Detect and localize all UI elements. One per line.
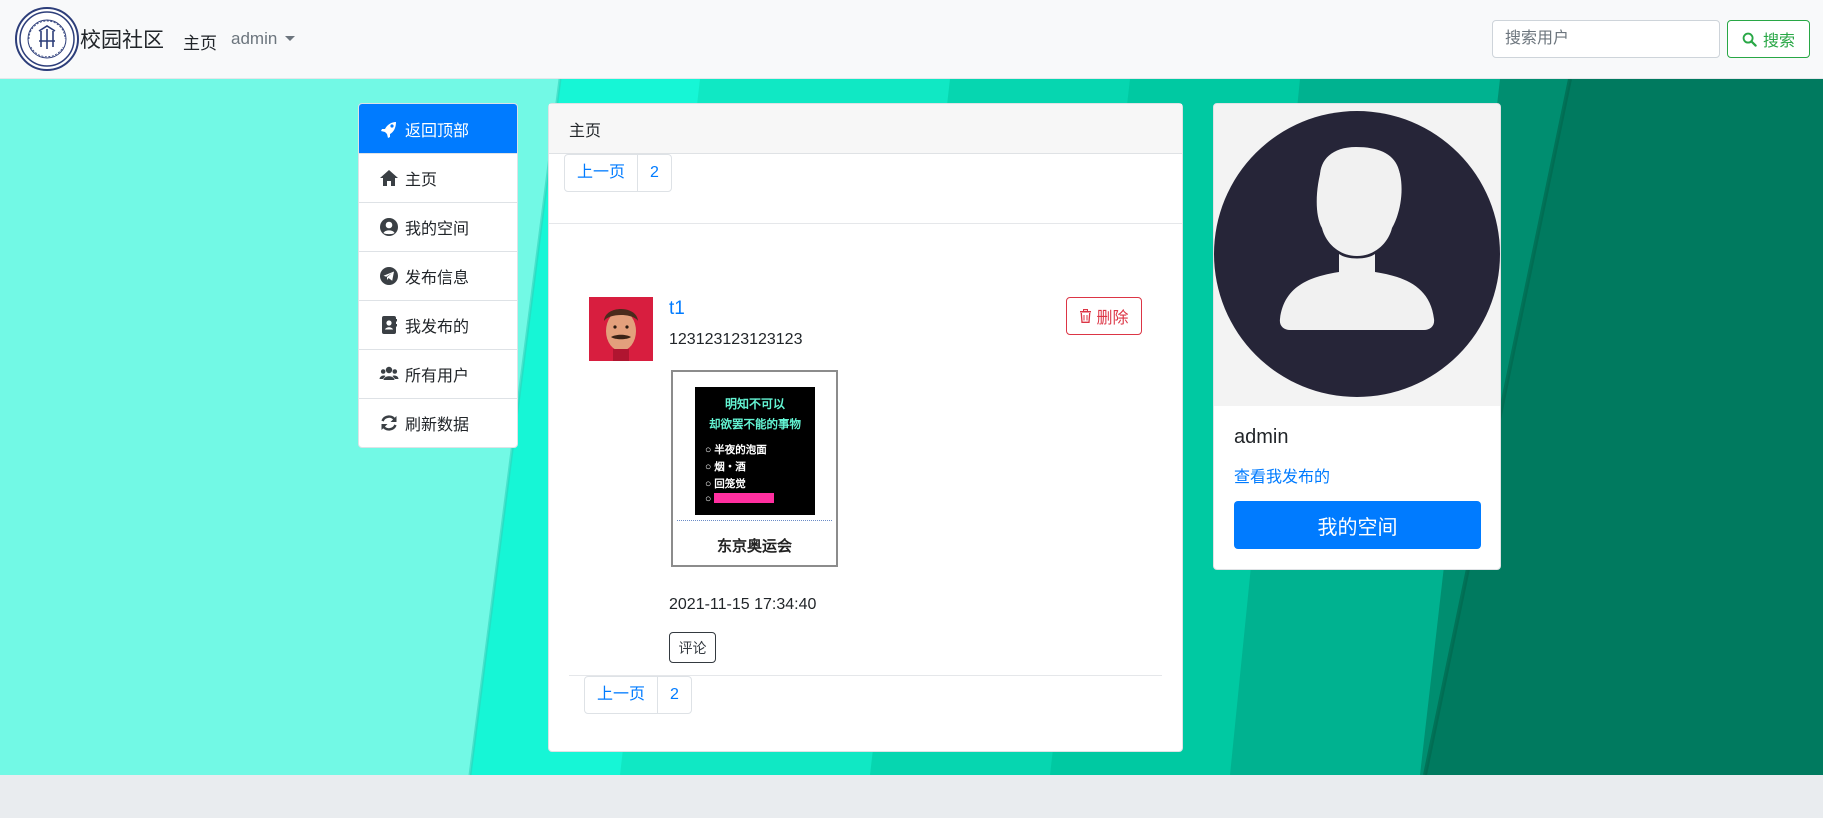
sidebar-item-label: 主页 [405,172,438,189]
sidebar-item-label: 刷新数据 [405,417,470,434]
card-header: 主页 [549,104,1182,154]
users-icon [379,366,399,380]
nav-link-home[interactable]: 主页 [183,29,217,54]
user-dropdown[interactable]: admin [231,29,296,49]
sidebar-item-refresh[interactable]: 刷新数据 [359,398,517,447]
post-image-line: ○ [705,493,815,505]
sidebar-item-my-posts[interactable]: 我发布的 [359,300,517,349]
view-my-posts-link[interactable]: 查看我发布的 [1234,463,1330,487]
post-image-caption: 东京奥运会 [716,538,792,555]
address-book-icon [382,316,397,334]
divider [549,223,1182,224]
sidebar-item-label: 我的空间 [405,221,470,238]
post-image-line: ○ 回笼觉 [705,478,746,490]
trash-icon [1080,309,1092,323]
pagination-prev-button[interactable]: 上一页 [565,155,637,191]
sidebar-item-all-users[interactable]: 所有用户 [359,349,517,398]
pagination-page-button[interactable]: 2 [657,677,691,713]
caret-down-icon [285,36,296,41]
home-icon [380,170,398,186]
post-title-link[interactable]: t1 [669,298,685,320]
university-logo[interactable] [15,7,79,71]
sidebar-item-publish[interactable]: 发布信息 [359,251,517,300]
navbar: 校园社区 主页 admin 搜索 [0,0,1823,79]
post-image-line: 却欲罢不能的事物 [709,419,801,431]
delete-button[interactable]: 删除 [1066,297,1142,335]
sidebar-item-label: 我发布的 [405,319,470,336]
pagination-bottom: 上一页 2 [584,676,692,714]
user-avatar-icon[interactable] [1214,104,1500,406]
search-button-label: 搜索 [1762,33,1795,50]
post-image-line: 明知不可以 [724,397,785,411]
comment-button[interactable]: 评论 [669,632,716,663]
user-dropdown-label: admin [231,29,278,48]
user-circle-icon [380,218,398,236]
pagination-top: 上一页 2 [564,154,672,192]
post-image-line: ○ 半夜的泡面 [705,444,767,456]
refresh-icon [381,415,397,431]
post-body-text: 123123123123123 [669,331,803,348]
my-space-button[interactable]: 我的空间 [1234,501,1481,549]
profile-avatar-area [1214,104,1500,406]
footer-area [0,775,1823,818]
sidebar-item-label: 所有用户 [405,368,470,385]
post-image-line: ○ 烟・酒 [705,461,746,473]
telegram-icon [380,267,398,285]
post-image[interactable]: 明知不可以 却欲罢不能的事物 ○ 半夜的泡面 ○ 烟・酒 ○ 回笼觉 ○ 东京奥… [671,370,838,567]
post-timestamp: 2021-11-15 17:34:40 [669,596,817,613]
post-image-content: 明知不可以 却欲罢不能的事物 ○ 半夜的泡面 ○ 烟・酒 ○ 回笼觉 ○ [695,387,815,515]
search-button[interactable]: 搜索 [1727,20,1810,58]
search-icon [1742,32,1757,47]
sidebar-item-label: 发布信息 [405,270,470,287]
sidebar-item-back-to-top[interactable]: 返回顶部 [359,104,517,153]
pagination-prev-button[interactable]: 上一页 [585,677,657,713]
rocket-icon [381,121,396,138]
main-feed-card: 主页 上一页 2 t1 123123123123123 删除 明知不可以 却欲罢… [548,103,1183,752]
sidebar-item-my-space[interactable]: 我的空间 [359,202,517,251]
search-input[interactable] [1492,20,1720,58]
post-image-highlight [714,493,775,503]
post-image-credits [677,520,832,525]
pagination-page-button[interactable]: 2 [637,155,671,191]
profile-username: admin [1234,426,1289,448]
post-author-avatar[interactable] [589,297,653,361]
brand-title[interactable]: 校园社区 [80,24,164,54]
sidebar-item-label: 返回顶部 [405,122,470,140]
profile-card: admin 查看我发布的 我的空间 [1213,103,1501,570]
delete-button-label: 删除 [1096,310,1129,327]
sidebar-item-home[interactable]: 主页 [359,153,517,202]
sidebar-nav: 返回顶部 主页 我的空间 发布信息 我发布的 所有用户 刷新数据 [358,103,518,448]
